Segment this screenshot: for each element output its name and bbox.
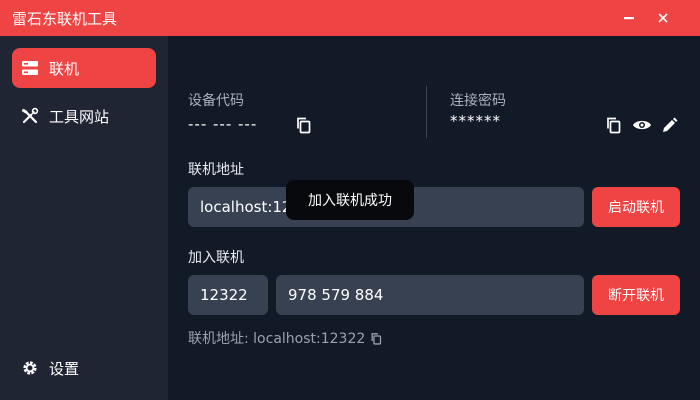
sidebar-item-label: 工具网站: [49, 107, 110, 126]
copy-icon: [371, 332, 382, 345]
copy-device-code-button[interactable]: [294, 115, 314, 135]
start-host-button[interactable]: 启动联机: [592, 187, 680, 227]
password-value: ******: [450, 112, 501, 130]
connection-address: 联机地址: localhost:12322: [188, 328, 383, 348]
settings-label: 设置: [49, 359, 80, 378]
minimize-button[interactable]: [612, 0, 646, 36]
close-icon: [658, 13, 668, 23]
main-panel: 设备代码 --- --- --- 连接密码 ****** 联机地址 localh…: [168, 36, 700, 400]
edit-password-button[interactable]: [660, 115, 680, 135]
host-address-label: 联机地址: [188, 162, 244, 178]
divider: [426, 86, 427, 138]
eye-icon: [633, 120, 651, 130]
sidebar-item-tools[interactable]: 工具网站: [12, 96, 156, 136]
toast-notification: 加入联机成功: [286, 180, 414, 220]
sidebar-item-label: 联机: [49, 59, 80, 78]
join-port-input[interactable]: 12322: [188, 275, 268, 315]
copy-address-button[interactable]: [370, 332, 383, 345]
show-password-button[interactable]: [632, 115, 652, 135]
close-button[interactable]: [646, 0, 680, 36]
app-title: 雷石东联机工具: [12, 9, 118, 28]
connection-address-text: 联机地址: localhost:12322: [188, 331, 366, 347]
title-bar: 雷石东联机工具: [0, 0, 700, 36]
pen-icon: [663, 117, 678, 132]
server-icon: [21, 59, 39, 77]
tools-icon: [21, 107, 39, 125]
copy-icon: [297, 117, 311, 134]
sidebar-item-settings[interactable]: 设置: [12, 348, 156, 388]
join-code-input[interactable]: 978 579 884: [276, 275, 584, 315]
join-label: 加入联机: [188, 250, 244, 266]
device-code-value: --- --- ---: [188, 115, 258, 133]
gear-icon: [21, 359, 39, 377]
minimize-icon: [624, 17, 634, 20]
sidebar: 联机 工具网站 设置: [0, 36, 168, 400]
copy-password-button[interactable]: [604, 115, 624, 135]
device-code-label: 设备代码: [188, 93, 244, 109]
sidebar-item-lianji[interactable]: 联机: [12, 48, 156, 88]
disconnect-button[interactable]: 断开联机: [592, 275, 680, 315]
password-label: 连接密码: [450, 93, 506, 109]
copy-icon: [607, 117, 621, 134]
